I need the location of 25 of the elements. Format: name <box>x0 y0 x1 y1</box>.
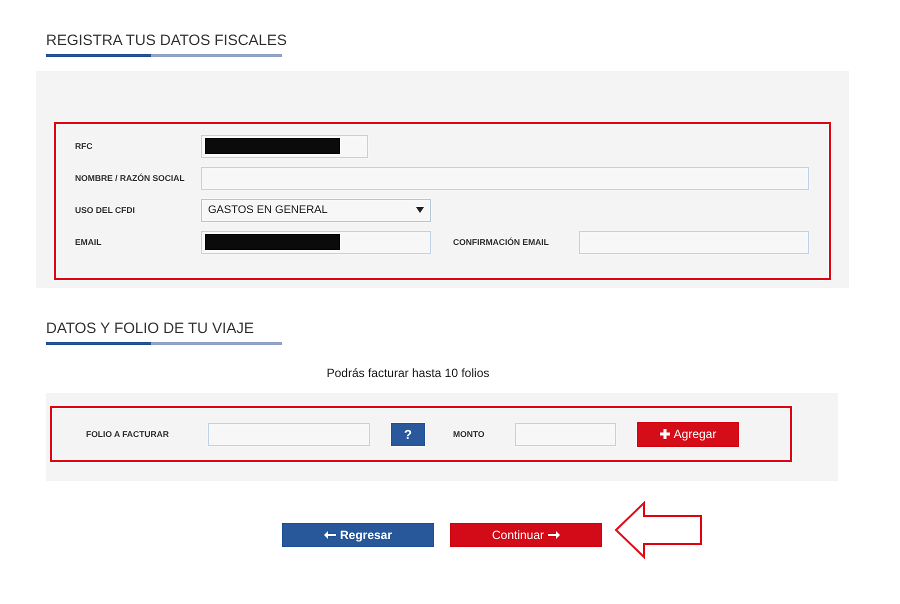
field-label: EMAIL <box>75 237 102 247</box>
input-field[interactable] <box>515 422 616 446</box>
input-field[interactable] <box>208 422 370 446</box>
input-field[interactable] <box>201 230 431 254</box>
back-button[interactable]: Regresar <box>282 523 434 547</box>
input-field[interactable] <box>579 230 809 254</box>
field-label: MONTO <box>453 429 486 439</box>
add-button[interactable]: Agregar <box>637 422 739 446</box>
input-field[interactable] <box>201 166 809 190</box>
info-text: Podrás facturar hasta 10 folios <box>326 366 490 380</box>
section-title: REGISTRA TUS DATOS FISCALES <box>46 32 288 50</box>
field-label: CONFIRMACIÓN EMAIL <box>453 237 550 247</box>
field-label: NOMBRE / RAZÓN SOCIAL <box>75 173 186 183</box>
field-label: USO DEL CFDI <box>75 205 136 215</box>
continue-button[interactable]: Continuar <box>450 523 602 547</box>
input-field[interactable] <box>201 134 368 158</box>
arrow-right-icon <box>548 531 560 539</box>
field-label: FOLIO A FACTURAR <box>86 429 170 439</box>
section-title: DATOS Y FOLIO DE TU VIAJE <box>46 320 255 338</box>
plus-icon <box>660 429 670 439</box>
arrow-left-icon <box>324 531 336 539</box>
caret-icon <box>416 207 424 213</box>
cfdi-use-select[interactable]: GASTOS EN GENERAL <box>201 198 431 222</box>
help-button[interactable]: ? <box>391 422 425 446</box>
field-label: RFC <box>75 141 94 151</box>
